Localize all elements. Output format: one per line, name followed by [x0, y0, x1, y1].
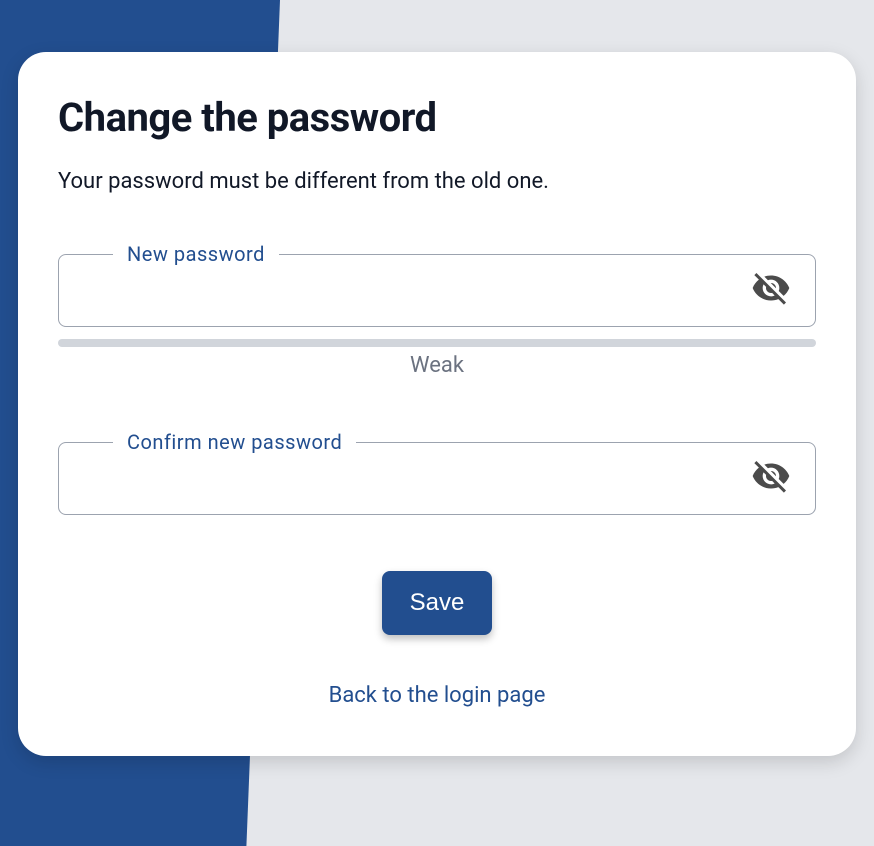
eye-off-icon — [751, 456, 791, 499]
new-password-label: New password — [113, 242, 279, 266]
new-password-input[interactable] — [89, 269, 747, 309]
confirm-password-label: Confirm new password — [113, 430, 356, 454]
actions-area: Save Back to the login page — [58, 571, 816, 708]
new-password-fieldset: New password — [58, 242, 816, 327]
confirm-password-input[interactable] — [89, 457, 747, 497]
page-title: Change the password — [58, 94, 816, 141]
password-strength-bar — [58, 339, 816, 347]
eye-off-icon — [751, 268, 791, 311]
confirm-password-field-wrap: Confirm new password — [58, 430, 816, 515]
page-subtitle: Your password must be different from the… — [58, 169, 816, 194]
save-button[interactable]: Save — [382, 571, 493, 635]
toggle-confirm-password-visibility-button[interactable] — [747, 452, 795, 503]
confirm-password-fieldset: Confirm new password — [58, 430, 816, 515]
password-strength-label: Weak — [58, 353, 816, 378]
back-to-login-link[interactable]: Back to the login page — [329, 683, 546, 708]
toggle-new-password-visibility-button[interactable] — [747, 264, 795, 315]
new-password-field-wrap: New password Weak — [58, 242, 816, 378]
change-password-card: Change the password Your password must b… — [18, 52, 856, 756]
